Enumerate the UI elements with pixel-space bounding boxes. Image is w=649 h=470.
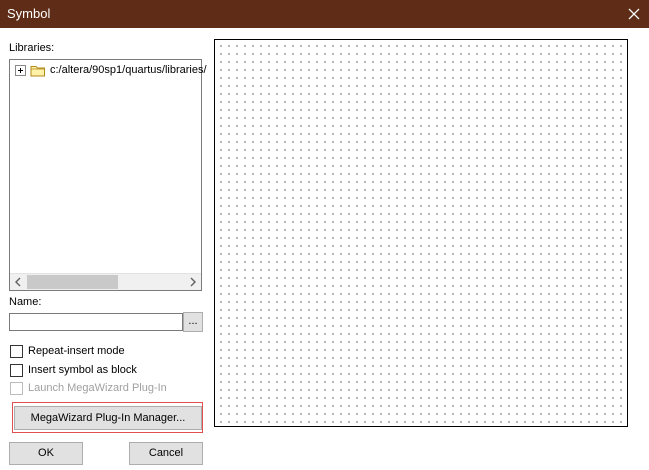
launch-megawizard-label: Launch MegaWizard Plug-In <box>28 382 167 394</box>
libraries-label: Libraries: <box>9 42 55 54</box>
scrollbar-thumb[interactable] <box>27 275 118 289</box>
browse-button[interactable]: ... <box>183 312 203 332</box>
close-button[interactable] <box>619 0 649 28</box>
insert-as-block-checkbox[interactable] <box>10 364 23 377</box>
megawizard-manager-button[interactable]: MegaWizard Plug-In Manager... <box>14 406 202 430</box>
close-icon <box>628 8 640 20</box>
insert-as-block-label: Insert symbol as block <box>28 364 137 376</box>
chevron-right-icon <box>190 277 196 287</box>
symbol-preview-canvas <box>214 39 628 427</box>
folder-icon <box>30 66 45 77</box>
cancel-button[interactable]: Cancel <box>129 442 203 465</box>
title-bar: Symbol <box>0 0 649 28</box>
repeat-insert-label: Repeat-insert mode <box>28 345 125 357</box>
name-input[interactable] <box>9 313 183 331</box>
repeat-insert-checkbox[interactable] <box>10 345 23 358</box>
window-title: Symbol <box>7 6 51 21</box>
ok-button[interactable]: OK <box>9 442 83 465</box>
libraries-tree[interactable]: c:/altera/90sp1/quartus/libraries/ <box>9 59 207 291</box>
scroll-left-button[interactable] <box>10 274 26 290</box>
name-label: Name: <box>9 296 42 308</box>
horizontal-scrollbar[interactable] <box>10 273 201 290</box>
chevron-left-icon <box>15 277 21 287</box>
expand-icon[interactable] <box>15 65 26 76</box>
launch-megawizard-checkbox <box>10 382 23 395</box>
tree-item-label: c:/altera/90sp1/quartus/libraries/ <box>50 64 207 76</box>
scroll-right-button[interactable] <box>185 274 201 290</box>
